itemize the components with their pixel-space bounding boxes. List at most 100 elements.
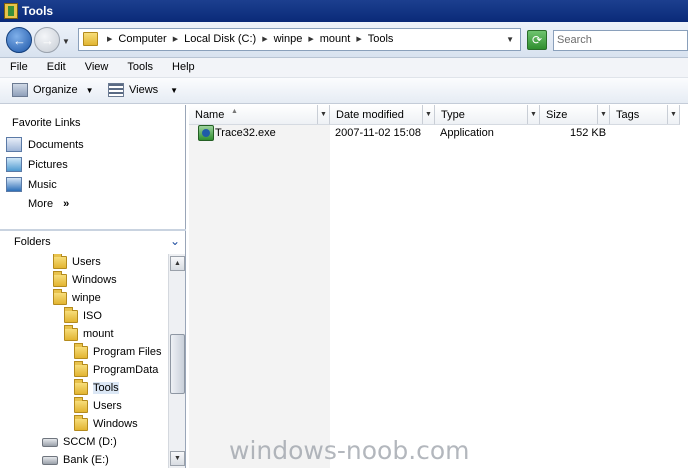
tree-item-winpe[interactable]: winpe [53, 288, 101, 306]
folder-icon [64, 324, 78, 341]
file-size: 152 KB [570, 127, 607, 139]
favorite-pictures[interactable]: Pictures [6, 157, 68, 172]
command-bar: Organize ▼ Views ▼ [0, 78, 688, 104]
music-icon [6, 177, 22, 192]
breadcrumb-computer[interactable]: Computer [118, 33, 166, 45]
chevron-down-icon: ▼ [170, 85, 179, 95]
refresh-icon: ⟳ [531, 33, 543, 47]
folder-window-icon [4, 3, 18, 19]
folders-header[interactable]: Folders ⌄ [0, 231, 186, 253]
pictures-icon [6, 157, 22, 172]
tree-item-mount[interactable]: mount [64, 324, 114, 342]
forward-button[interactable]: → [34, 27, 60, 53]
tree-item-label: SCCM (D:) [63, 436, 117, 448]
file-date-modified: 2007-11-02 15:08 [335, 127, 422, 139]
scroll-down-icon[interactable]: ▼ [170, 451, 185, 466]
title-bar: Tools [0, 0, 688, 22]
tree-item-iso[interactable]: ISO [64, 306, 102, 324]
tree-item-windows[interactable]: Windows [53, 270, 117, 288]
folder-icon [83, 32, 98, 46]
breadcrumb-local-disk[interactable]: Local Disk (C:) [184, 33, 256, 45]
menu-bar: File Edit View Tools Help [0, 58, 688, 78]
tree-item-label: winpe [72, 292, 101, 304]
tree-item-label: Users [93, 400, 122, 412]
file-type: Application [440, 127, 494, 139]
breadcrumb-winpe[interactable]: winpe [274, 33, 303, 45]
drive-icon [42, 455, 58, 465]
address-bar[interactable]: ▶ Computer ▶ Local Disk (C:) ▶ winpe ▶ m… [78, 28, 521, 51]
tree-item-label: mount [83, 328, 114, 340]
chevron-right-icon[interactable]: ▶ [107, 35, 112, 43]
tree-item-program-files[interactable]: Program Files [74, 342, 161, 360]
chevron-right-icon[interactable]: ▶ [262, 35, 267, 43]
tree-item-users[interactable]: Users [53, 254, 101, 270]
chevron-down-icon[interactable]: ▼ [317, 105, 329, 124]
chevron-down-icon[interactable]: ▼ [422, 105, 434, 124]
tree-item-bank-drive[interactable]: Bank (E:) [42, 452, 109, 468]
application-icon [198, 125, 214, 141]
folder-tree: Users Windows winpe ISO mount Program Fi… [0, 254, 168, 468]
refresh-button[interactable]: ⟳ [527, 30, 547, 50]
chevron-down-icon: ▼ [85, 85, 94, 95]
tree-item-tools[interactable]: Tools [74, 378, 119, 396]
tree-item-label: Tools [93, 382, 119, 394]
navigation-pane: Favorite Links Documents Pictures Music … [0, 105, 186, 468]
more-label: More [28, 198, 54, 210]
search-input[interactable]: Search [553, 30, 688, 51]
column-header-name[interactable]: Name ▲ ▼ [189, 105, 330, 125]
tree-item-label: ProgramData [93, 364, 159, 376]
folder-tree-scrollbar[interactable]: ▲ ▼ [168, 254, 185, 468]
menu-tools[interactable]: Tools [117, 58, 162, 77]
back-arrow-icon: ← [13, 33, 26, 48]
menu-view[interactable]: View [75, 58, 118, 77]
menu-file[interactable]: File [0, 58, 37, 77]
organize-button[interactable]: Organize ▼ [12, 83, 94, 97]
tree-item-label: Bank (E:) [63, 454, 109, 466]
column-header-tags[interactable]: Tags ▼ [610, 105, 680, 125]
views-icon [108, 83, 124, 97]
documents-icon [6, 137, 22, 152]
chevron-right-icon[interactable]: ▶ [173, 35, 178, 43]
organize-icon [12, 83, 28, 97]
file-list: Name ▲ ▼ Date modified ▼ Type ▼ Size ▼ T… [189, 105, 688, 468]
views-label: Views [129, 84, 159, 96]
tree-item-label: ISO [83, 310, 102, 322]
more-links[interactable]: More » [28, 198, 69, 210]
tree-item-sccm-drive[interactable]: SCCM (D:) [42, 434, 117, 450]
column-header-size[interactable]: Size ▼ [540, 105, 610, 125]
column-header-label: Tags [616, 109, 640, 121]
tree-item-users-sub[interactable]: Users [74, 396, 122, 414]
chevron-right-icon[interactable]: ▶ [308, 35, 313, 43]
chevron-down-icon[interactable]: ⌄ [170, 234, 180, 248]
scroll-thumb[interactable] [170, 334, 185, 394]
recent-pages-dropdown[interactable]: ▼ [62, 37, 70, 46]
favorite-documents[interactable]: Documents [6, 137, 84, 152]
tree-item-label: Users [72, 256, 101, 268]
watermark: windows-noob.com [229, 436, 470, 465]
favorite-music[interactable]: Music [6, 177, 57, 192]
breadcrumb-mount[interactable]: mount [320, 33, 351, 45]
chevron-right-icon[interactable]: ▶ [356, 35, 361, 43]
sort-ascending-icon: ▲ [231, 108, 238, 115]
folder-icon [74, 360, 88, 377]
breadcrumb-tools[interactable]: Tools [368, 33, 394, 45]
chevron-down-icon[interactable]: ▼ [667, 105, 679, 124]
column-header-type[interactable]: Type ▼ [435, 105, 540, 125]
back-button[interactable]: ← [6, 27, 32, 53]
chevron-down-icon[interactable]: ▼ [527, 105, 539, 124]
chevron-down-icon[interactable]: ▼ [597, 105, 609, 124]
scroll-up-icon[interactable]: ▲ [170, 256, 185, 271]
column-header-date-modified[interactable]: Date modified ▼ [330, 105, 435, 125]
breadcrumb: ▶ Computer ▶ Local Disk (C:) ▶ winpe ▶ m… [101, 33, 393, 45]
favorite-label: Documents [28, 138, 84, 151]
address-dropdown-icon[interactable]: ▼ [506, 35, 514, 44]
file-row[interactable]: Trace32.exe 2007-11-02 15:08 Application… [189, 125, 688, 143]
folder-icon [53, 254, 67, 269]
tree-item-programdata[interactable]: ProgramData [74, 360, 159, 378]
favorite-label: Pictures [28, 158, 68, 171]
menu-edit[interactable]: Edit [37, 58, 75, 77]
folder-icon [53, 288, 67, 305]
tree-item-windows-sub[interactable]: Windows [74, 414, 138, 432]
views-button[interactable]: Views ▼ [108, 83, 178, 97]
menu-help[interactable]: Help [162, 58, 204, 77]
